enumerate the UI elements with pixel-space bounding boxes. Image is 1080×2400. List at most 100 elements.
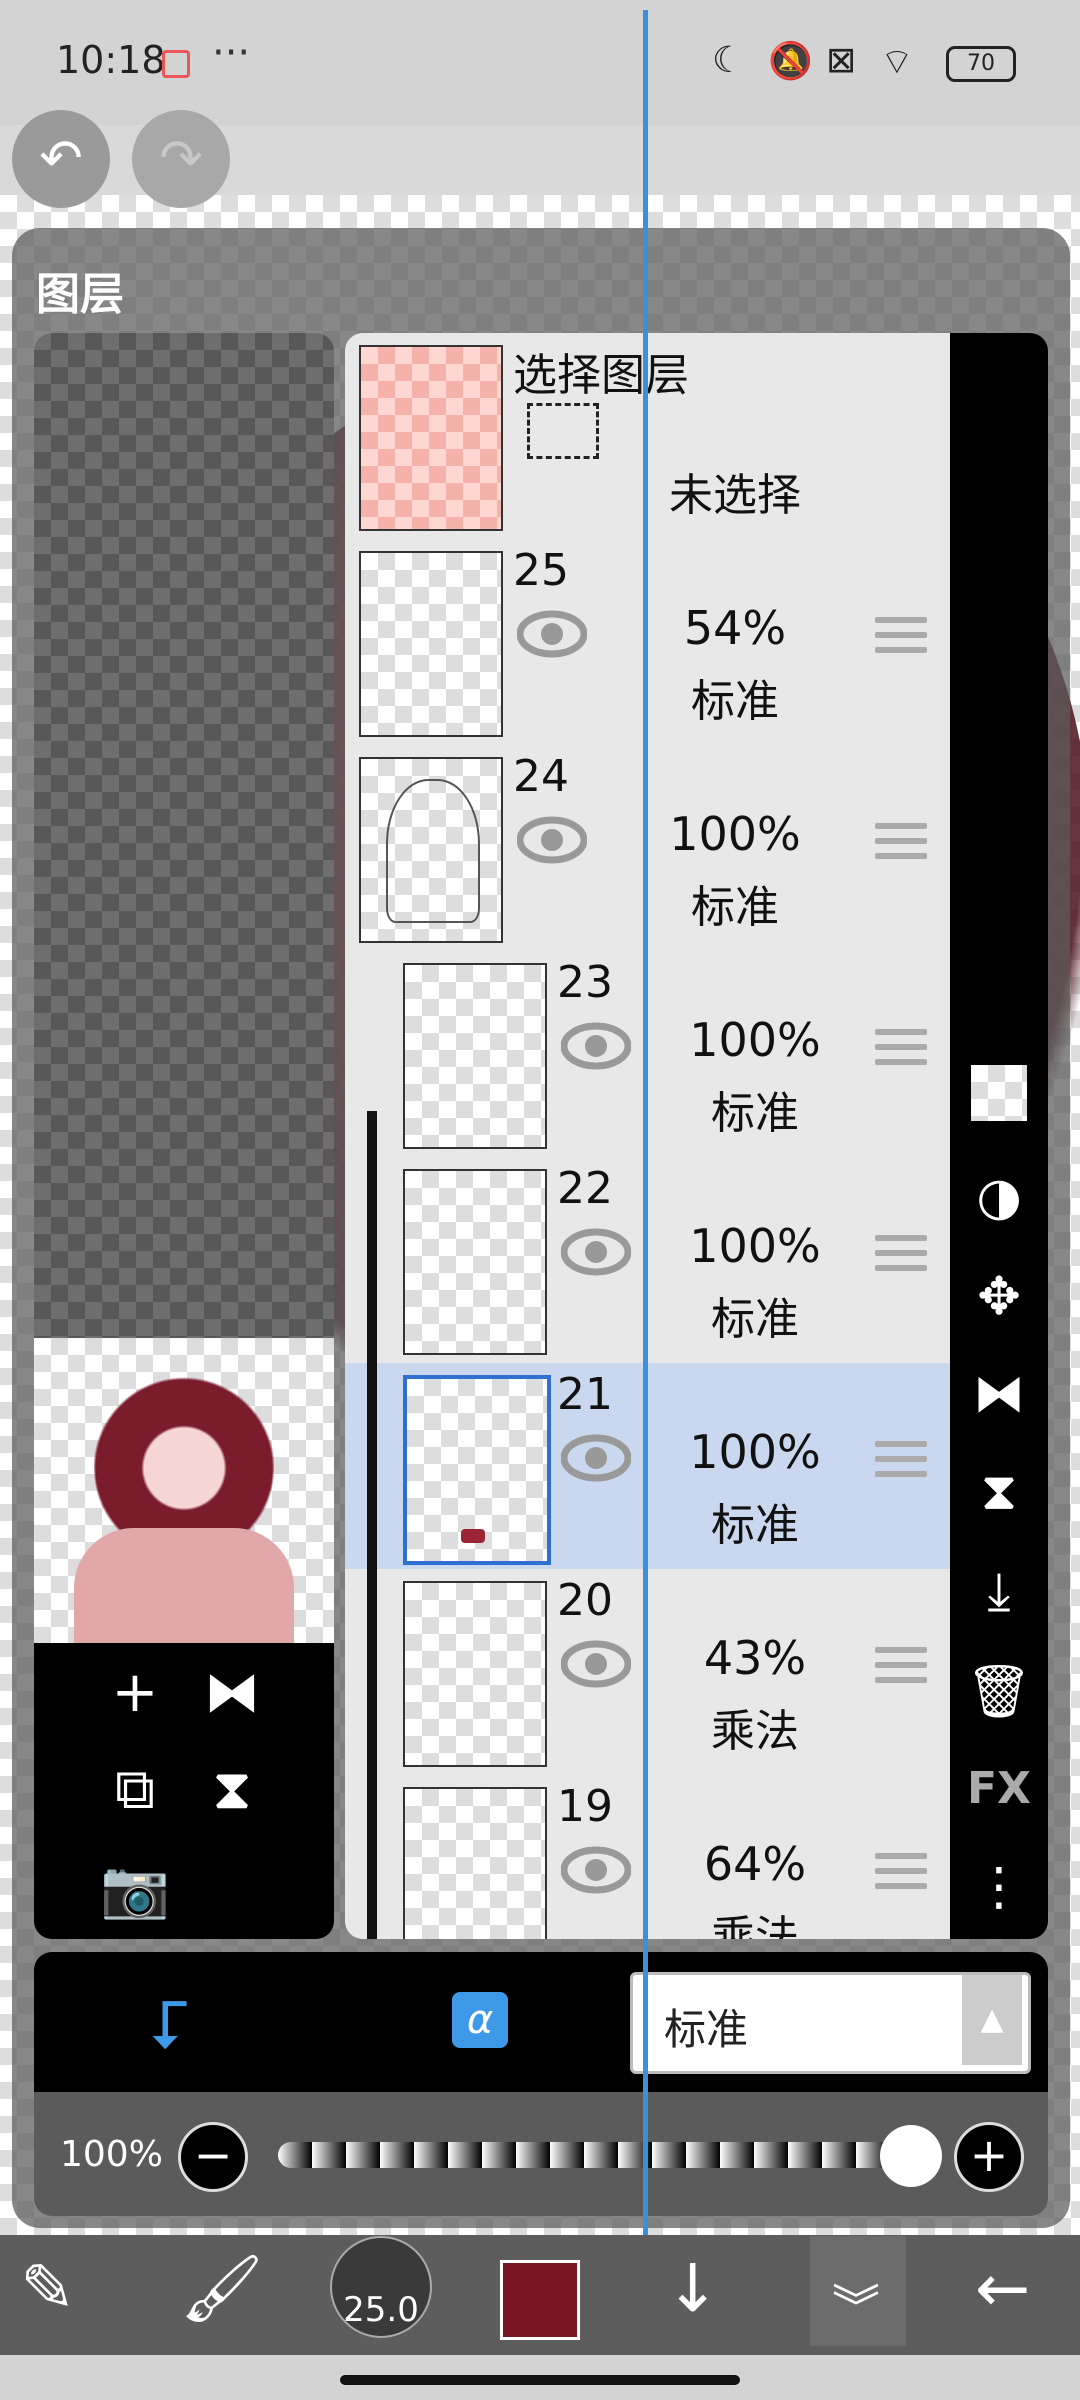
character-body [74, 1528, 294, 1643]
drag-handle-icon[interactable] [875, 1441, 927, 1487]
fx-icon[interactable]: FX [962, 1752, 1036, 1826]
clipping-icon[interactable]: ⮦ [150, 1985, 189, 2064]
battery-indicator: 70 [946, 46, 1016, 82]
redo-button[interactable]: ↷ [132, 110, 230, 208]
eye-icon[interactable] [561, 1011, 631, 1081]
trash-icon[interactable]: 🗑 [962, 1655, 1036, 1729]
panel-title: 图层 [36, 269, 124, 320]
home-indicator[interactable] [340, 2375, 740, 2385]
status-time: 10:18 [56, 38, 166, 82]
layer-tools [34, 1643, 334, 1939]
layer-opacity: 100% [689, 1425, 821, 1479]
layer-blend-mode: 乘法 [711, 1912, 799, 1939]
layer-opacity: 100% [689, 1013, 821, 1067]
mute-icon: 🔕 [768, 41, 813, 82]
back-arrow-icon[interactable]: ← [975, 2250, 1030, 2327]
wifi-icon: ⌔ [880, 42, 914, 83]
drag-handle-icon[interactable] [875, 617, 927, 663]
drag-handle-icon[interactable] [875, 1235, 927, 1281]
add-layer-icon[interactable]: + [95, 1653, 175, 1733]
layer-blend-mode: 标准 [711, 1088, 799, 1139]
dropdown-arrow-icon[interactable]: ▲ [962, 1975, 1022, 2065]
flip-horizontal-icon[interactable]: ⧓ [962, 1357, 1036, 1431]
eye-icon[interactable] [517, 805, 587, 875]
drag-handle-icon[interactable] [875, 1029, 927, 1075]
camera-icon[interactable]: 📷 [95, 1850, 175, 1930]
drag-handle-icon[interactable] [875, 1647, 927, 1693]
selection-layer-status: 未选择 [669, 470, 801, 521]
clipping-line [367, 1157, 377, 1363]
undo-button[interactable]: ↶ [12, 110, 110, 208]
color-swatch[interactable] [500, 2260, 580, 2340]
flip-horizontal-icon[interactable]: ⧓ [192, 1653, 272, 1733]
layer-name: 25 [513, 545, 569, 596]
layer-name: 19 [557, 1781, 613, 1832]
drag-handle-icon[interactable] [875, 823, 927, 869]
eye-icon[interactable] [561, 1423, 631, 1493]
half-circle-icon[interactable]: ◑ [962, 1160, 1036, 1234]
close-box-icon: ⊠ [826, 40, 857, 81]
eye-icon[interactable] [561, 1629, 631, 1699]
eye-icon[interactable] [561, 1835, 631, 1905]
layer-name: 22 [557, 1163, 613, 1214]
canvas-preview-thumbnail[interactable] [34, 1338, 334, 1643]
layer-thumbnail [403, 1581, 547, 1767]
line-art-sketch [386, 779, 480, 923]
layer-blend-mode: 标准 [711, 1294, 799, 1345]
drag-handle-icon[interactable] [875, 1853, 927, 1899]
layer-blend-mode: 乘法 [711, 1706, 799, 1757]
merge-down-icon[interactable]: ⤓ [962, 1555, 1036, 1629]
layer-preview-area [34, 333, 334, 1338]
layer-name: 23 [557, 957, 613, 1008]
brush-icon[interactable]: 🖌 [180, 2250, 264, 2328]
clipping-line [367, 1363, 377, 1569]
layer-opacity: 64% [703, 1837, 807, 1891]
selection-marquee-icon [527, 403, 599, 459]
opacity-increase-button[interactable]: + [954, 2122, 1024, 2192]
duplicate-layer-icon[interactable]: ⧉ [95, 1750, 175, 1830]
layer-name: 20 [557, 1575, 613, 1626]
eye-icon[interactable] [517, 599, 587, 669]
layer-thumbnail [403, 1169, 547, 1355]
clipping-line [367, 1569, 377, 1775]
layer-blend-mode: 标准 [691, 882, 779, 933]
layer-opacity: 43% [703, 1631, 807, 1685]
layer-blend-mode: 标准 [691, 676, 779, 727]
opacity-slider-track[interactable] [278, 2142, 918, 2168]
layer-thumbnail [403, 1375, 551, 1565]
more-icon[interactable]: ⋮ [962, 1850, 1036, 1924]
flip-vertical-icon[interactable]: ⧗ [192, 1750, 272, 1830]
move-icon[interactable]: ✥ [962, 1260, 1036, 1334]
layer-thumbnail [403, 963, 547, 1149]
flip-vertical-icon[interactable]: ⧗ [962, 1455, 1036, 1529]
layer-name: 21 [557, 1369, 613, 1420]
brush-size-button[interactable]: 25.0 [330, 2236, 432, 2338]
layer-blend-mode: 标准 [711, 1500, 799, 1551]
eye-icon[interactable] [561, 1217, 631, 1287]
ribbon-mark [461, 1529, 485, 1543]
chevron-double-down-icon: ︾ [832, 2280, 881, 2336]
layer-opacity: 100% [669, 807, 801, 861]
selection-layer-thumbnail [359, 345, 503, 531]
layer-thumbnail [403, 1787, 547, 1939]
alpha-lock-icon[interactable]: α [452, 1992, 508, 2048]
opacity-value: 100% [60, 2134, 163, 2175]
checkerboard-icon[interactable] [971, 1065, 1027, 1121]
symmetry-guide-line [643, 10, 648, 2350]
arrow-down-icon[interactable]: ↓ [665, 2250, 720, 2327]
layer-name: 24 [513, 751, 569, 802]
layer-opacity: 54% [683, 601, 787, 655]
status-more-dots: ··· [212, 30, 251, 76]
clipping-line [367, 1775, 377, 1939]
blend-mode-value: 标准 [664, 2005, 749, 2054]
notification-icon [162, 50, 190, 78]
clipping-line [367, 1111, 377, 1157]
moon-icon: ☾ [712, 40, 745, 81]
opacity-slider-thumb[interactable] [880, 2125, 942, 2187]
opacity-decrease-button[interactable]: − [178, 2122, 248, 2192]
layer-thumbnail [359, 551, 503, 737]
layer-opacity: 100% [689, 1219, 821, 1273]
layer-thumbnail [359, 757, 503, 943]
eraser-swap-icon[interactable]: ✎ [20, 2250, 75, 2327]
selection-layer-title: 选择图层 [513, 350, 689, 401]
